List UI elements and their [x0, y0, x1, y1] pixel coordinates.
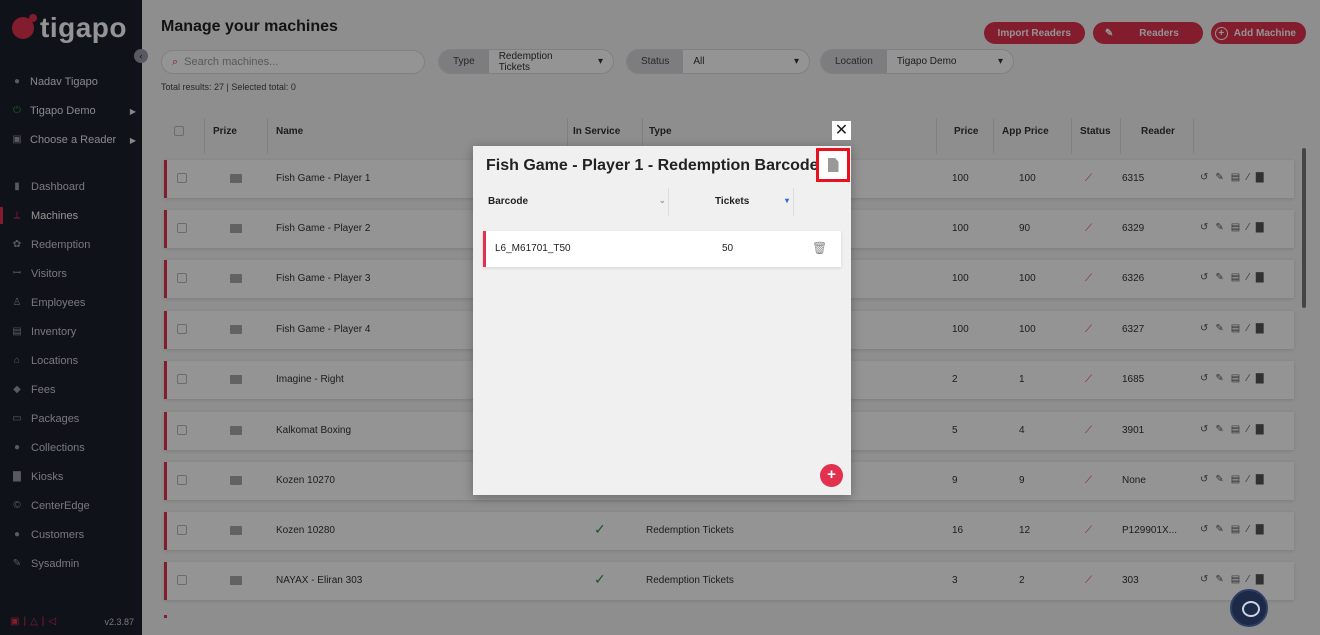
sort-icon[interactable]: ⌄ [659, 196, 666, 205]
col-barcode[interactable]: Barcode [488, 196, 528, 207]
chat-button[interactable] [1230, 589, 1268, 627]
add-barcode-button[interactable]: + [820, 464, 843, 487]
col-tickets[interactable]: Tickets [715, 196, 749, 207]
barcode-value: L6_M61701_T50 [495, 243, 571, 254]
close-icon: ✕ [834, 121, 849, 139]
delete-icon[interactable]: 🗑 [812, 241, 827, 255]
barcode-row: L6_M61701_T50 50 🗑 [483, 231, 841, 267]
close-modal-button[interactable]: ✕ [832, 121, 851, 140]
tickets-value: 50 [722, 243, 734, 254]
export-pdf-button[interactable] [816, 148, 850, 182]
sort-active-icon[interactable]: ▾ [785, 196, 789, 205]
pdf-icon [827, 158, 839, 172]
barcodes-modal: Fish Game - Player 1 - Redemption Barcod… [473, 146, 851, 495]
modal-title: Fish Game - Player 1 - Redemption Barcod… [486, 157, 828, 174]
modal-table-header: Barcode ⌄ Tickets ▾ [473, 188, 851, 218]
